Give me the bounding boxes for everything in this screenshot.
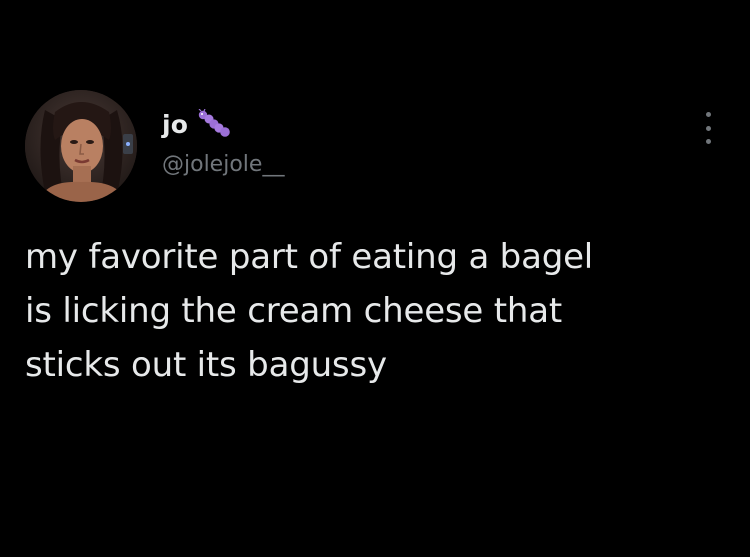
more-dot xyxy=(705,125,711,131)
caterpillar-emoji-icon xyxy=(198,109,232,139)
tweet-text-line: is licking the cream cheese that xyxy=(25,291,563,331)
tweet-card: jo @jolejole__ my favorite part of eatin… xyxy=(0,0,750,557)
display-name-row: jo xyxy=(162,108,284,140)
more-dot xyxy=(705,112,711,117)
tweet-header: jo @jolejole__ xyxy=(25,90,725,205)
display-name[interactable]: jo xyxy=(162,110,188,139)
avatar[interactable] xyxy=(25,90,137,202)
author-names: jo @jolejole__ xyxy=(162,108,284,177)
more-options-icon[interactable] xyxy=(703,112,713,144)
profile-photo-icon xyxy=(25,90,137,202)
tweet-text: my favorite part of eating a bagel is li… xyxy=(25,230,725,392)
user-handle[interactable]: @jolejole__ xyxy=(162,152,284,177)
tweet-text-line: my favorite part of eating a bagel xyxy=(25,237,594,277)
tweet-text-line: sticks out its bagussy xyxy=(25,345,387,385)
more-dot xyxy=(705,139,711,144)
